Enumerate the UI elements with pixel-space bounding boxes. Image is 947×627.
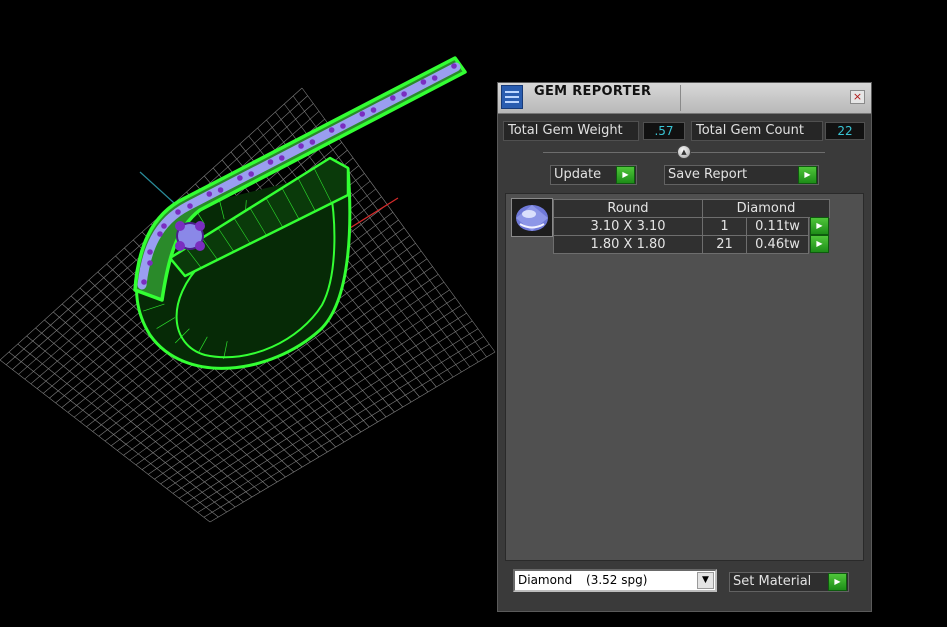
table-row-2-weight: 0.46tw [746,235,809,254]
set-material-button[interactable]: Set Material ▶ [729,572,849,592]
row-1-select-arrow-icon[interactable]: ▶ [810,217,829,235]
table-row-1-size: 3.10 X 3.10 [553,217,703,236]
round-diamond-icon [511,198,553,237]
save-report-button[interactable]: Save Report ▶ [664,165,819,185]
app-logo-icon [501,85,523,109]
update-button[interactable]: Update ▶ [550,165,637,185]
table-row-1-weight: 0.11tw [746,217,809,236]
set-material-button-label: Set Material [733,574,812,589]
table-row-1-count: 1 [702,217,747,236]
total-gem-weight-label: Total Gem Weight [503,121,639,141]
play-arrow-icon: ▶ [616,166,635,184]
column-header-material: Diamond [702,199,830,218]
gem-report-area: Round Diamond 3.10 X 3.10 1 0.11tw ▶ 1.8… [505,193,864,561]
chevron-down-icon[interactable]: ▼ [697,572,714,589]
table-row-2-count: 21 [702,235,747,254]
gem-reporter-panel: GEM REPORTER × Total Gem Weight .57 Tota… [497,82,872,612]
title-bar[interactable]: GEM REPORTER × [498,83,871,114]
material-dropdown-value: Diamond [518,573,573,587]
3d-viewport[interactable] [0,0,500,627]
table-row-2-size: 1.80 X 1.80 [553,235,703,254]
slider-handle[interactable]: ▲ [677,145,691,159]
save-report-button-label: Save Report [668,167,748,182]
total-gem-count-value: 22 [825,122,865,140]
title-separator [680,85,681,111]
material-dropdown-spg: (3.52 spg) [586,573,648,587]
total-gem-count-label: Total Gem Count [691,121,823,141]
total-gem-weight-value: .57 [643,122,685,140]
panel-title: GEM REPORTER [534,84,652,99]
material-dropdown[interactable]: Diamond (3.52 spg) ▼ [513,569,717,592]
close-icon[interactable]: × [850,90,865,104]
play-arrow-icon: ▶ [828,573,847,591]
play-arrow-icon: ▶ [798,166,817,184]
row-2-select-arrow-icon[interactable]: ▶ [810,235,829,253]
update-button-label: Update [554,167,602,182]
ring-model[interactable] [133,56,467,370]
column-header-shape: Round [553,199,703,218]
